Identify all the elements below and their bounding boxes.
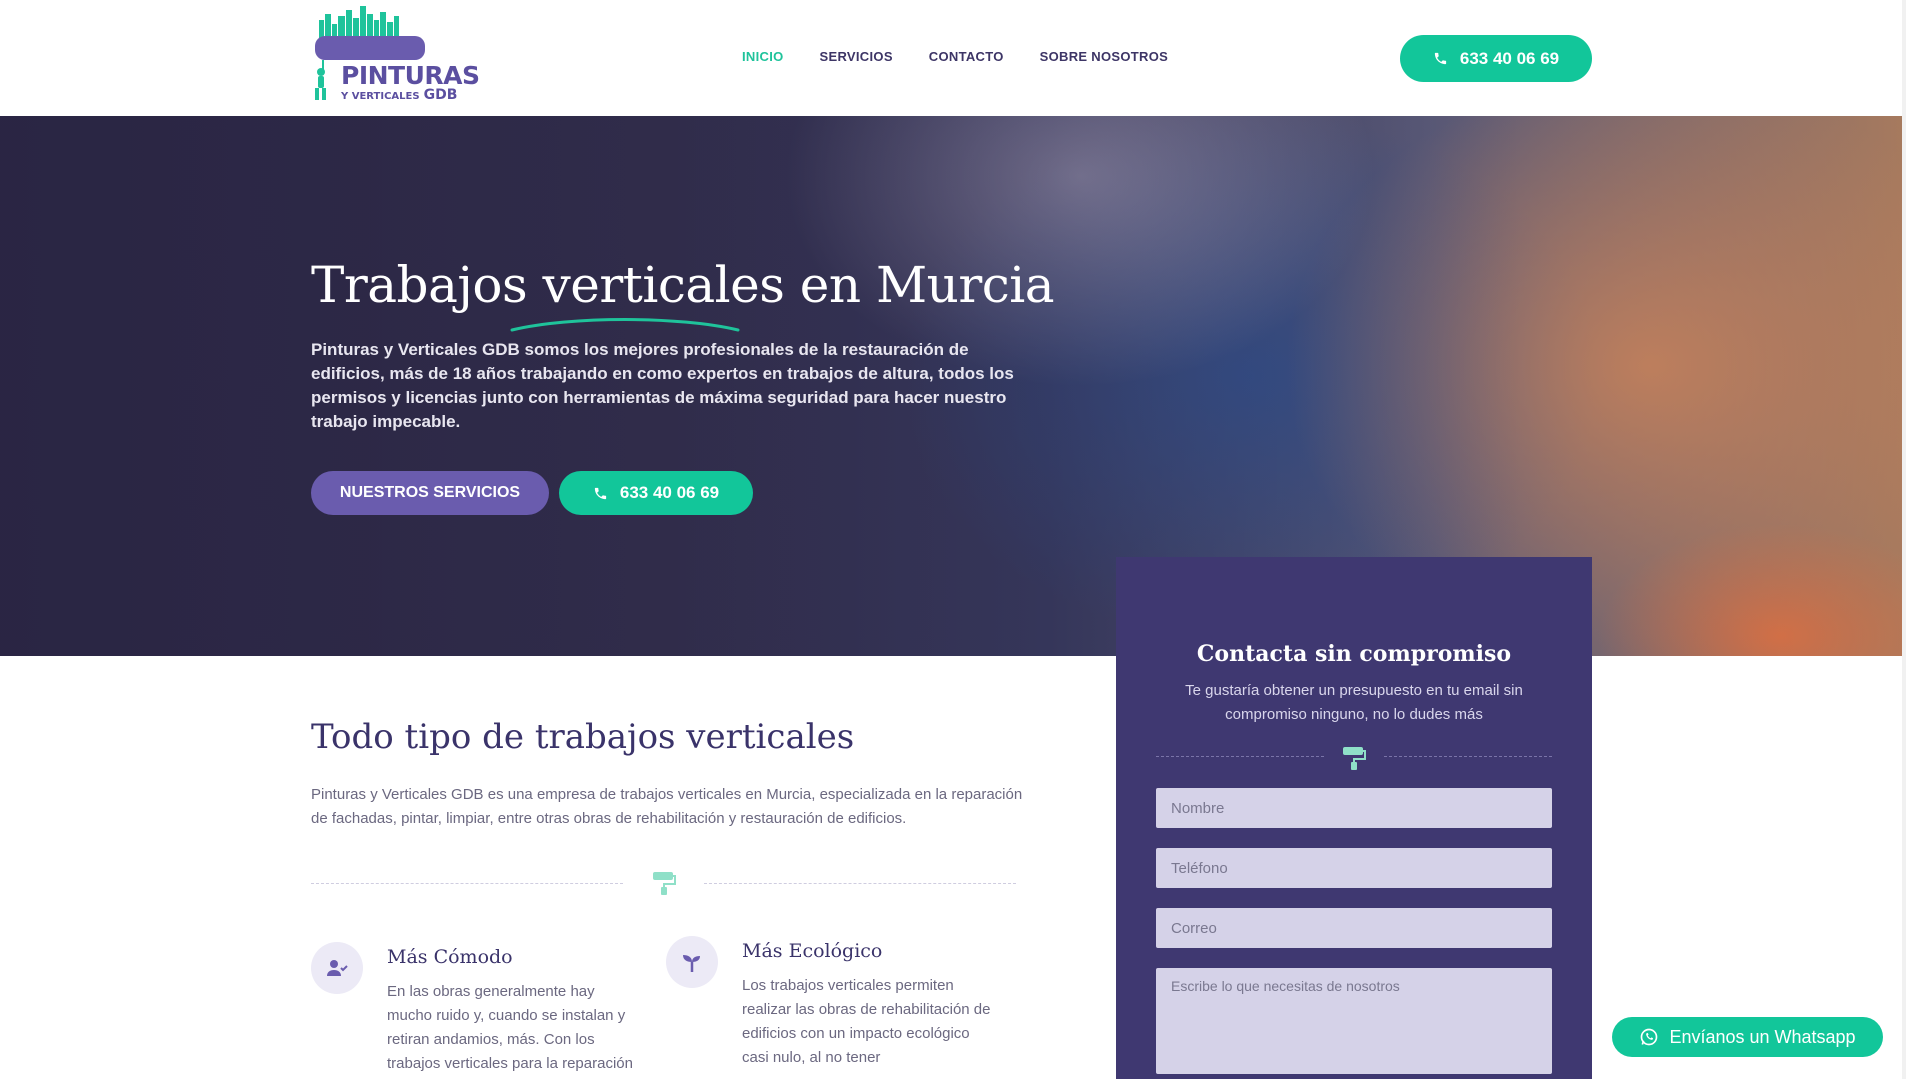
nav-item-servicios[interactable]: SERVICIOS bbox=[820, 49, 893, 64]
logo-subtitle-text: Y VERTICALES bbox=[341, 91, 420, 102]
contact-form-card: Contacta sin compromiso Te gustaría obte… bbox=[1116, 557, 1592, 1079]
hero-description: Pinturas y Verticales GDB somos los mejo… bbox=[311, 340, 1014, 431]
nav-item-inicio[interactable]: INICIO bbox=[742, 49, 784, 64]
page-scrollbar[interactable] bbox=[1902, 0, 1906, 1079]
seedling-icon bbox=[683, 955, 700, 972]
hero-phone-button[interactable]: 633 40 06 69 bbox=[559, 471, 753, 515]
email-field[interactable]: Correo bbox=[1156, 908, 1552, 948]
contact-divider-right bbox=[1384, 756, 1552, 757]
header-phone-button[interactable]: 633 40 06 69 bbox=[1400, 35, 1592, 82]
logo-subtitle: Y VERTICALES GDB bbox=[341, 87, 457, 103]
contact-subtitle: Te gustaría obtener un presupuesto en tu… bbox=[1185, 682, 1523, 723]
user-check-icon bbox=[327, 960, 348, 976]
section-divider-left bbox=[311, 883, 623, 884]
hero-section: Trabajos verticales en Murcia Pinturas y… bbox=[0, 116, 1906, 656]
feature-text: En las obras generalmente hay mucho ruid… bbox=[387, 983, 633, 1072]
paint-roller-icon bbox=[653, 872, 676, 895]
nav-item-sobre-nosotros[interactable]: SOBRE NOSOTROS bbox=[1040, 49, 1168, 64]
nav-item-contacto[interactable]: CONTACTO bbox=[929, 49, 1004, 64]
section-divider-right bbox=[704, 883, 1016, 884]
feature-icon-circle bbox=[311, 942, 363, 994]
hero-title: Trabajos verticales en Murcia bbox=[311, 256, 1055, 314]
site-logo[interactable]: PINTURAS Y VERTICALES GDB bbox=[311, 6, 480, 104]
paint-roller-icon bbox=[1343, 747, 1366, 770]
section-description: Pinturas y Verticales GDB es una empresa… bbox=[311, 786, 1023, 827]
whatsapp-label: Envíanos un Whatsapp bbox=[1669, 1026, 1856, 1047]
phone-icon bbox=[1434, 52, 1446, 65]
whatsapp-icon bbox=[1641, 1028, 1658, 1046]
phone-icon bbox=[594, 487, 606, 499]
site-header: PINTURAS Y VERTICALES GDB INICIO SERVICIO… bbox=[0, 0, 1906, 116]
title-underline-decoration bbox=[510, 318, 740, 332]
feature-text: Los trabajos verticales permiten realiza… bbox=[742, 977, 991, 1066]
feature-title: Más Ecológico bbox=[742, 940, 883, 962]
phone-field[interactable]: Teléfono bbox=[1156, 848, 1552, 888]
contact-divider-left bbox=[1156, 756, 1324, 757]
section-title: Todo tipo de trabajos verticales bbox=[311, 717, 855, 757]
feature-icon-circle bbox=[666, 936, 718, 988]
name-field[interactable]: Nombre bbox=[1156, 788, 1552, 828]
feature-title: Más Cómodo bbox=[387, 946, 513, 968]
message-textarea[interactable]: Escribe lo que necesitas de nosotros bbox=[1156, 968, 1552, 1074]
header-phone-label: 633 40 06 69 bbox=[1459, 48, 1560, 68]
contact-title: Contacta sin compromiso bbox=[1196, 641, 1512, 667]
logo-title: PINTURAS bbox=[341, 61, 480, 90]
whatsapp-button[interactable]: Envíanos un Whatsapp bbox=[1612, 1017, 1883, 1057]
services-button[interactable]: NUESTROS SERVICIOS bbox=[311, 471, 549, 515]
logo-brand: GDB bbox=[423, 87, 458, 103]
hero-phone-label: 633 40 06 69 bbox=[619, 483, 720, 502]
main-nav: INICIO SERVICIOS CONTACTO SOBRE NOSOTROS bbox=[742, 49, 1168, 64]
